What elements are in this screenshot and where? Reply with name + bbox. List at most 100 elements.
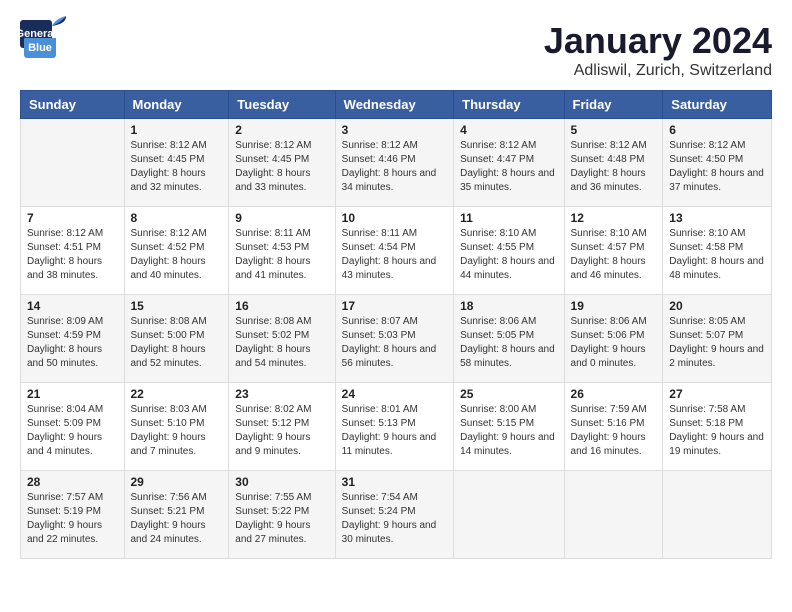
sunrise-text: Sunrise: 8:09 AM [27,315,118,329]
header-day-friday: Friday [564,91,663,119]
daylight-text: Daylight: 8 hours and 48 minutes. [669,255,765,283]
day-cell: 1 Sunrise: 8:12 AM Sunset: 4:45 PM Dayli… [124,119,229,207]
sunrise-text: Sunrise: 7:58 AM [669,403,765,417]
daylight-text: Daylight: 9 hours and 9 minutes. [235,431,328,459]
day-info: Sunrise: 8:06 AM Sunset: 5:05 PM Dayligh… [460,315,557,371]
daylight-text: Daylight: 8 hours and 54 minutes. [235,343,328,371]
daylight-text: Daylight: 8 hours and 33 minutes. [235,167,328,195]
day-info: Sunrise: 8:10 AM Sunset: 4:58 PM Dayligh… [669,227,765,283]
day-info: Sunrise: 7:54 AM Sunset: 5:24 PM Dayligh… [342,491,447,547]
logo: General Blue [20,20,64,58]
day-info: Sunrise: 8:11 AM Sunset: 4:54 PM Dayligh… [342,227,447,283]
week-row-2: 7 Sunrise: 8:12 AM Sunset: 4:51 PM Dayli… [21,207,772,295]
day-info: Sunrise: 8:10 AM Sunset: 4:57 PM Dayligh… [571,227,657,283]
day-number: 6 [669,123,765,137]
sunrise-text: Sunrise: 8:04 AM [27,403,118,417]
daylight-text: Daylight: 8 hours and 56 minutes. [342,343,447,371]
sunrise-text: Sunrise: 8:12 AM [235,139,328,153]
daylight-text: Daylight: 8 hours and 46 minutes. [571,255,657,283]
day-info: Sunrise: 8:12 AM Sunset: 4:48 PM Dayligh… [571,139,657,195]
day-cell: 12 Sunrise: 8:10 AM Sunset: 4:57 PM Dayl… [564,207,663,295]
daylight-text: Daylight: 8 hours and 37 minutes. [669,167,765,195]
day-number: 8 [131,211,223,225]
day-number: 30 [235,475,328,489]
day-info: Sunrise: 8:12 AM Sunset: 4:47 PM Dayligh… [460,139,557,195]
day-cell: 16 Sunrise: 8:08 AM Sunset: 5:02 PM Dayl… [229,295,335,383]
day-number: 18 [460,299,557,313]
sunrise-text: Sunrise: 7:56 AM [131,491,223,505]
sunrise-text: Sunrise: 7:57 AM [27,491,118,505]
week-row-1: 1 Sunrise: 8:12 AM Sunset: 4:45 PM Dayli… [21,119,772,207]
day-number: 14 [27,299,118,313]
sunrise-text: Sunrise: 8:06 AM [571,315,657,329]
day-info: Sunrise: 8:08 AM Sunset: 5:00 PM Dayligh… [131,315,223,371]
day-cell: 4 Sunrise: 8:12 AM Sunset: 4:47 PM Dayli… [454,119,564,207]
day-cell: 25 Sunrise: 8:00 AM Sunset: 5:15 PM Dayl… [454,383,564,471]
day-info: Sunrise: 8:12 AM Sunset: 4:50 PM Dayligh… [669,139,765,195]
day-cell: 3 Sunrise: 8:12 AM Sunset: 4:46 PM Dayli… [335,119,453,207]
sunset-text: Sunset: 4:59 PM [27,329,118,343]
page-header: General Blue January 2024 Adliswil, Zuri… [20,20,772,80]
day-number: 15 [131,299,223,313]
day-cell: 24 Sunrise: 8:01 AM Sunset: 5:13 PM Dayl… [335,383,453,471]
sunrise-text: Sunrise: 8:07 AM [342,315,447,329]
day-number: 5 [571,123,657,137]
day-info: Sunrise: 8:00 AM Sunset: 5:15 PM Dayligh… [460,403,557,459]
day-cell: 31 Sunrise: 7:54 AM Sunset: 5:24 PM Dayl… [335,471,453,559]
day-info: Sunrise: 8:04 AM Sunset: 5:09 PM Dayligh… [27,403,118,459]
day-info: Sunrise: 8:10 AM Sunset: 4:55 PM Dayligh… [460,227,557,283]
sunset-text: Sunset: 4:45 PM [131,153,223,167]
day-number: 20 [669,299,765,313]
day-number: 2 [235,123,328,137]
day-cell: 5 Sunrise: 8:12 AM Sunset: 4:48 PM Dayli… [564,119,663,207]
day-cell: 7 Sunrise: 8:12 AM Sunset: 4:51 PM Dayli… [21,207,125,295]
sunrise-text: Sunrise: 8:10 AM [460,227,557,241]
daylight-text: Daylight: 9 hours and 16 minutes. [571,431,657,459]
sunset-text: Sunset: 5:00 PM [131,329,223,343]
day-info: Sunrise: 8:12 AM Sunset: 4:51 PM Dayligh… [27,227,118,283]
day-cell: 17 Sunrise: 8:07 AM Sunset: 5:03 PM Dayl… [335,295,453,383]
day-number: 27 [669,387,765,401]
sunset-text: Sunset: 5:10 PM [131,417,223,431]
sunrise-text: Sunrise: 8:12 AM [131,139,223,153]
day-number: 29 [131,475,223,489]
sunset-text: Sunset: 5:16 PM [571,417,657,431]
day-info: Sunrise: 8:05 AM Sunset: 5:07 PM Dayligh… [669,315,765,371]
sunrise-text: Sunrise: 8:10 AM [669,227,765,241]
sunset-text: Sunset: 5:05 PM [460,329,557,343]
day-number: 22 [131,387,223,401]
sunset-text: Sunset: 5:12 PM [235,417,328,431]
header-day-sunday: Sunday [21,91,125,119]
day-cell: 6 Sunrise: 8:12 AM Sunset: 4:50 PM Dayli… [663,119,772,207]
day-cell: 26 Sunrise: 7:59 AM Sunset: 5:16 PM Dayl… [564,383,663,471]
day-info: Sunrise: 8:01 AM Sunset: 5:13 PM Dayligh… [342,403,447,459]
sunset-text: Sunset: 4:58 PM [669,241,765,255]
sunrise-text: Sunrise: 7:59 AM [571,403,657,417]
day-number: 31 [342,475,447,489]
daylight-text: Daylight: 8 hours and 44 minutes. [460,255,557,283]
location: Adliswil, Zurich, Switzerland [544,62,772,80]
sunset-text: Sunset: 4:48 PM [571,153,657,167]
day-info: Sunrise: 8:09 AM Sunset: 4:59 PM Dayligh… [27,315,118,371]
day-info: Sunrise: 7:59 AM Sunset: 5:16 PM Dayligh… [571,403,657,459]
day-info: Sunrise: 8:12 AM Sunset: 4:46 PM Dayligh… [342,139,447,195]
day-cell: 14 Sunrise: 8:09 AM Sunset: 4:59 PM Dayl… [21,295,125,383]
sunrise-text: Sunrise: 8:02 AM [235,403,328,417]
day-number: 25 [460,387,557,401]
day-cell: 30 Sunrise: 7:55 AM Sunset: 5:22 PM Dayl… [229,471,335,559]
daylight-text: Daylight: 9 hours and 11 minutes. [342,431,447,459]
sunset-text: Sunset: 4:55 PM [460,241,557,255]
daylight-text: Daylight: 8 hours and 50 minutes. [27,343,118,371]
sunset-text: Sunset: 4:57 PM [571,241,657,255]
day-number: 24 [342,387,447,401]
sunrise-text: Sunrise: 8:00 AM [460,403,557,417]
sunset-text: Sunset: 5:03 PM [342,329,447,343]
sunset-text: Sunset: 4:52 PM [131,241,223,255]
day-info: Sunrise: 8:12 AM Sunset: 4:45 PM Dayligh… [235,139,328,195]
day-cell: 18 Sunrise: 8:06 AM Sunset: 5:05 PM Dayl… [454,295,564,383]
daylight-text: Daylight: 9 hours and 27 minutes. [235,519,328,547]
day-cell: 28 Sunrise: 7:57 AM Sunset: 5:19 PM Dayl… [21,471,125,559]
day-cell: 20 Sunrise: 8:05 AM Sunset: 5:07 PM Dayl… [663,295,772,383]
sunset-text: Sunset: 5:22 PM [235,505,328,519]
day-info: Sunrise: 8:12 AM Sunset: 4:52 PM Dayligh… [131,227,223,283]
